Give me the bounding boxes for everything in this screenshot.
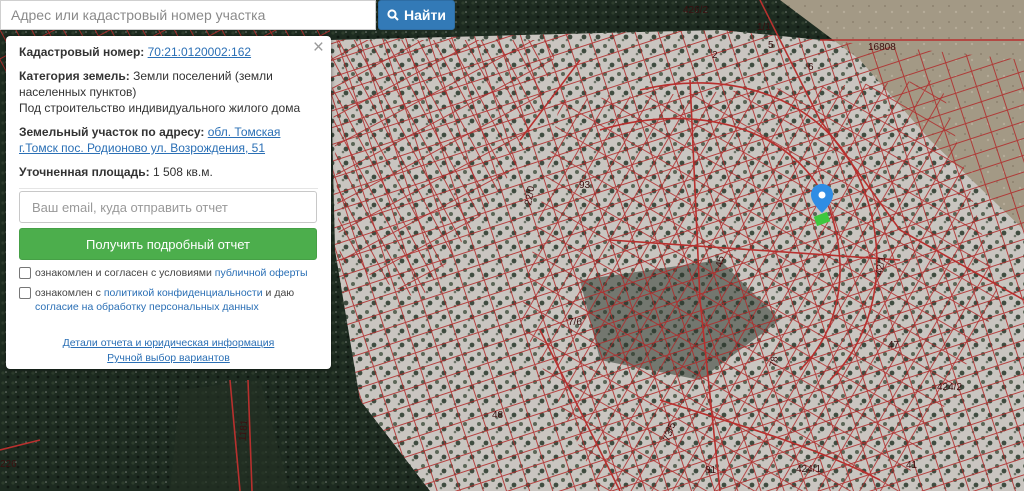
svg-text:424/2: 424/2 — [937, 382, 962, 393]
area-row: Уточненная площадь: 1 508 кв.м. — [19, 164, 318, 180]
svg-text:16808: 16808 — [868, 42, 896, 53]
svg-text:47: 47 — [888, 340, 900, 351]
search-button-label: Найти — [404, 7, 446, 23]
svg-text:1/1: 1/1 — [757, 22, 771, 33]
cadastral-number-link[interactable]: 70:21:0120002:162 — [148, 45, 251, 59]
get-report-button[interactable]: Получить подробный отчет — [19, 228, 317, 260]
svg-text:226: 226 — [0, 459, 17, 470]
offer-text: ознакомлен и согласен с условиями — [35, 267, 212, 279]
category-label: Категория земель: — [19, 69, 130, 83]
privacy-text-2: и даю — [265, 287, 295, 299]
offer-checkbox[interactable] — [19, 267, 31, 279]
report-details-link[interactable]: Детали отчета и юридическая информация — [19, 336, 318, 351]
svg-text:424/1: 424/1 — [796, 464, 821, 475]
parcel-info-card: × Кадастровый номер: 70:21:0120002:162 К… — [6, 36, 331, 369]
usage-text: Под строительство индивидуального жилого… — [19, 101, 301, 115]
public-offer-link[interactable]: публичной оферты — [215, 267, 308, 279]
card-footer: Детали отчета и юридическая информация Р… — [19, 336, 318, 366]
svg-text:7/6: 7/6 — [568, 317, 582, 328]
privacy-policy-link[interactable]: политикой конфиденциальности — [104, 287, 263, 299]
area-value: 1 508 кв.м. — [152, 165, 213, 179]
cadastral-label: Кадастровый номер: — [19, 45, 145, 59]
svg-text:81: 81 — [705, 465, 717, 476]
offer-consent-row: ознакомлен и согласен с условиями публич… — [19, 266, 318, 280]
svg-text:41: 41 — [906, 460, 918, 471]
privacy-consent-text: ознакомлен с политикой конфиденциальност… — [35, 286, 294, 314]
close-icon[interactable]: × — [313, 38, 324, 58]
search-icon — [387, 9, 399, 21]
address-label: Земельный участок по адресу: — [19, 125, 205, 139]
address-row: Земельный участок по адресу: обл. Томска… — [19, 124, 318, 156]
svg-text:5: 5 — [768, 40, 774, 51]
svg-text:2: 2 — [712, 50, 718, 61]
privacy-checkbox[interactable] — [19, 287, 31, 299]
personal-data-link[interactable]: согласие на обработку персональных данны… — [35, 301, 259, 313]
divider — [19, 188, 318, 189]
land-category-row: Категория земель: Земли поселений (земли… — [19, 68, 318, 116]
area-label: Уточненная площадь: — [19, 165, 150, 179]
svg-text:1181: 1181 — [238, 419, 251, 442]
manual-selection-link[interactable]: Ручной выбор вариантов — [19, 351, 318, 366]
search-input[interactable] — [0, 0, 376, 30]
offer-consent-text: ознакомлен и согласен с условиями публич… — [35, 266, 308, 280]
privacy-text: ознакомлен с — [35, 287, 101, 299]
svg-text:48: 48 — [492, 410, 504, 421]
cadastral-number-row: Кадастровый номер: 70:21:0120002:162 — [19, 44, 318, 60]
svg-text:426/2: 426/2 — [683, 5, 708, 16]
email-field[interactable] — [19, 191, 317, 223]
search-button[interactable]: Найти — [378, 0, 455, 30]
privacy-consent-row: ознакомлен с политикой конфиденциальност… — [19, 286, 318, 314]
svg-text:6: 6 — [808, 62, 814, 73]
svg-text:93: 93 — [579, 180, 591, 191]
